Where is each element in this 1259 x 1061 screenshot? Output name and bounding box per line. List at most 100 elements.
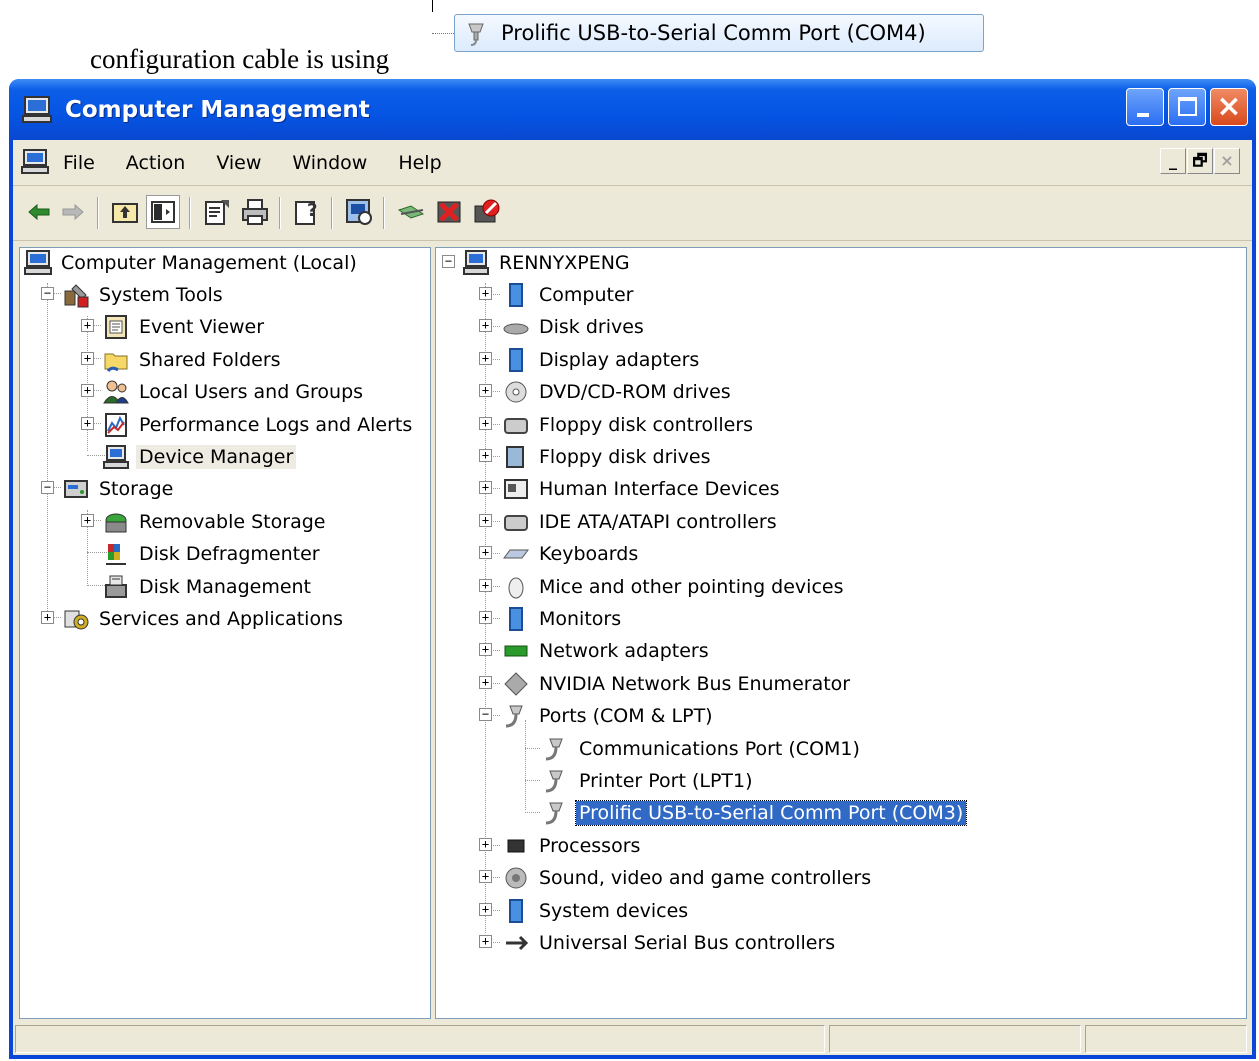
disable-button[interactable] <box>471 196 503 228</box>
device-tree-pane[interactable]: − RENNYXPENG + Computer + Disk drives + Displ… <box>435 247 1247 1019</box>
tree-item-root[interactable]: Computer Management (Local) <box>24 248 360 278</box>
expand-device-category[interactable]: + <box>479 903 492 916</box>
help-button[interactable]: ? <box>291 196 323 228</box>
expand-device-category[interactable]: + <box>479 546 492 559</box>
device-category-item[interactable]: Disk drives <box>502 312 647 342</box>
device-category-item[interactable]: Mice and other pointing devices <box>502 572 846 602</box>
up-one-level-button[interactable] <box>109 196 141 228</box>
tree-item-label: Floppy disk controllers <box>539 414 754 436</box>
expand-device-category[interactable]: + <box>479 643 492 656</box>
tree-item-label: Removable Storage <box>139 511 326 533</box>
device-category-item[interactable]: Computer <box>502 280 636 310</box>
maximize-button[interactable] <box>1168 88 1206 126</box>
port-device-item[interactable]: Prolific USB-to-Serial Comm Port (COM3) <box>542 798 968 828</box>
tree-item-label: Network adapters <box>539 640 709 662</box>
device-category-item[interactable]: NVIDIA Network Bus Enumerator <box>502 669 853 699</box>
expand-local-users[interactable]: + <box>81 384 94 397</box>
expand-device-category[interactable]: + <box>479 838 492 851</box>
device-category-item[interactable]: Human Interface Devices <box>502 474 783 504</box>
close-button[interactable]: × <box>1210 88 1248 126</box>
tree-item-removable-storage[interactable]: Removable Storage <box>102 507 328 537</box>
show-hide-console-tree-button[interactable] <box>146 195 180 229</box>
forward-button[interactable] <box>57 196 89 228</box>
device-category-item[interactable]: Keyboards <box>502 539 641 569</box>
device-category-item[interactable]: Universal Serial Bus controllers <box>502 928 838 958</box>
device-category-item[interactable]: Floppy disk drives <box>502 442 714 472</box>
expand-device-category[interactable]: + <box>479 417 492 430</box>
port-device-item[interactable]: Printer Port (LPT1) <box>542 766 756 796</box>
expand-device-category[interactable]: + <box>479 287 492 300</box>
device-category-item[interactable]: Floppy disk controllers <box>502 410 756 440</box>
expand-device-category[interactable]: + <box>479 514 492 527</box>
collapse-system-tools[interactable]: − <box>41 287 54 300</box>
tree-item-event-viewer[interactable]: Event Viewer <box>102 312 267 342</box>
expand-device-category[interactable]: + <box>479 870 492 883</box>
expand-device-category[interactable]: + <box>479 449 492 462</box>
console-icon[interactable] <box>21 148 49 176</box>
device-category-item[interactable]: DVD/CD-ROM drives <box>502 377 734 407</box>
serial-port-icon <box>468 23 484 46</box>
computer-icon <box>463 250 489 275</box>
toolbar-separator <box>97 197 99 229</box>
expand-services-apps[interactable]: + <box>41 611 54 624</box>
tree-item-computer-root[interactable]: RENNYXPENG <box>462 248 633 278</box>
device-category-item[interactable]: Sound, video and game controllers <box>502 863 874 893</box>
expand-shared-folders[interactable]: + <box>81 352 94 365</box>
tree-item-local-users[interactable]: Local Users and Groups <box>102 377 366 407</box>
tree-item-label: Computer <box>539 284 634 306</box>
mdi-restore-button[interactable]: 🗗 <box>1187 148 1213 174</box>
expand-perf-logs[interactable]: + <box>81 417 94 430</box>
print-button[interactable] <box>239 196 271 228</box>
device-category-item[interactable]: Processors <box>502 831 643 861</box>
device-category-item[interactable]: Network adapters <box>502 636 712 666</box>
expand-device-category[interactable]: + <box>479 611 492 624</box>
device-category-item[interactable]: Ports (COM & LPT) <box>502 701 716 731</box>
menu-view[interactable]: View <box>216 152 261 174</box>
scan-hardware-button[interactable] <box>343 196 375 228</box>
controller-icon <box>504 418 528 434</box>
expand-device-category[interactable]: + <box>479 579 492 592</box>
system-devices-icon <box>509 899 523 923</box>
expand-device-category[interactable]: + <box>479 676 492 689</box>
menu-action[interactable]: Action <box>126 152 186 174</box>
expand-device-category[interactable]: + <box>479 935 492 948</box>
device-category-item[interactable]: Monitors <box>502 604 624 634</box>
expand-device-category[interactable]: + <box>479 481 492 494</box>
expand-removable-storage[interactable]: + <box>81 514 94 527</box>
tree-item-storage[interactable]: Storage <box>62 474 176 504</box>
tree-item-label: Performance Logs and Alerts <box>139 414 413 436</box>
tree-item-device-manager[interactable]: Device Manager <box>102 442 297 472</box>
console-tree-pane[interactable]: − + + + + − + + Computer Management (Loc… <box>19 247 431 1019</box>
expand-device-category[interactable]: + <box>479 319 492 332</box>
menu-help[interactable]: Help <box>398 152 441 174</box>
uninstall-button[interactable] <box>433 196 465 228</box>
minimize-button[interactable] <box>1126 88 1164 126</box>
computer-category-icon <box>509 283 523 307</box>
menu-window[interactable]: Window <box>292 152 367 174</box>
title-bar[interactable]: Computer Management × <box>9 79 1256 140</box>
expand-device-category[interactable]: + <box>479 384 492 397</box>
mdi-minimize-button[interactable]: _ <box>1160 148 1186 174</box>
tree-item-disk-management[interactable]: Disk Management <box>102 572 314 602</box>
device-category-item[interactable]: System devices <box>502 896 691 926</box>
device-category-item[interactable]: IDE ATA/ATAPI controllers <box>502 507 780 537</box>
expand-event-viewer[interactable]: + <box>81 319 94 332</box>
tree-item-shared-folders[interactable]: Shared Folders <box>102 345 284 375</box>
collapse-storage[interactable]: − <box>41 481 54 494</box>
menu-file[interactable]: File <box>63 152 95 174</box>
port-device-item[interactable]: Communications Port (COM1) <box>542 734 863 764</box>
update-driver-button[interactable] <box>395 196 427 228</box>
tree-item-perf-logs[interactable]: Performance Logs and Alerts <box>102 410 415 440</box>
device-category-item[interactable]: Display adapters <box>502 345 702 375</box>
tree-item-system-tools[interactable]: System Tools <box>62 280 226 310</box>
collapse-computer-root[interactable]: − <box>442 255 455 268</box>
collapse-device-category[interactable]: − <box>479 708 492 721</box>
expand-device-category[interactable]: + <box>479 352 492 365</box>
tree-item-services-apps[interactable]: Services and Applications <box>62 604 346 634</box>
tree-item-disk-defragmenter[interactable]: Disk Defragmenter <box>102 539 323 569</box>
performance-logs-icon <box>105 413 127 437</box>
tree-item-label: Computer Management (Local) <box>61 252 357 274</box>
properties-button[interactable] <box>201 196 233 228</box>
back-button[interactable] <box>23 196 55 228</box>
mdi-close-button[interactable]: × <box>1214 148 1240 174</box>
